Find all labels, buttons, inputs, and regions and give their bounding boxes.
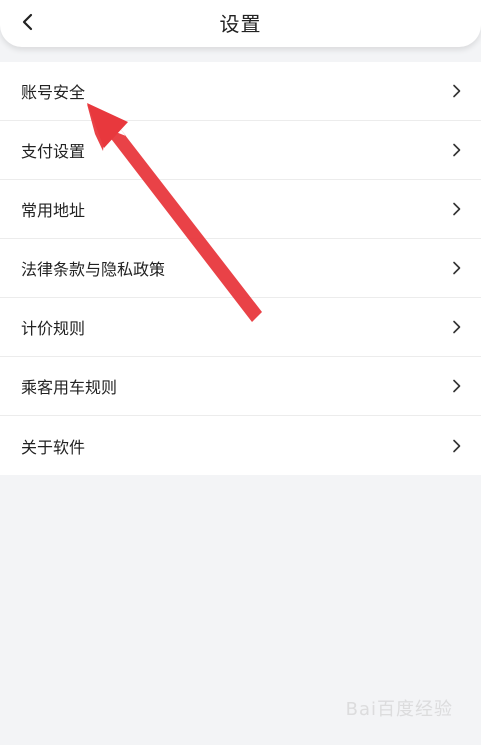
settings-item-passenger-rules[interactable]: 乘客用车规则 [0, 357, 481, 416]
settings-item-label: 支付设置 [21, 142, 86, 161]
settings-item-label: 常用地址 [21, 201, 86, 220]
settings-item-label: 乘客用车规则 [21, 378, 118, 397]
settings-page: 设置 账号安全 支付设置 常用地址 法律条款与隐私政策 计价规则 乘客用车规则 … [0, 0, 481, 745]
chevron-right-icon [449, 142, 465, 158]
settings-item-label: 计价规则 [21, 319, 86, 338]
chevron-right-icon [449, 260, 465, 276]
settings-item-about[interactable]: 关于软件 [0, 416, 481, 475]
settings-list: 账号安全 支付设置 常用地址 法律条款与隐私政策 计价规则 乘客用车规则 关于软… [0, 62, 481, 475]
watermark-logo: Bai百度经验 [345, 699, 453, 720]
settings-item-legal-privacy[interactable]: 法律条款与隐私政策 [0, 239, 481, 298]
chevron-right-icon [449, 319, 465, 335]
settings-item-pricing-rules[interactable]: 计价规则 [0, 298, 481, 357]
settings-item-addresses[interactable]: 常用地址 [0, 180, 481, 239]
settings-item-label: 法律条款与隐私政策 [21, 260, 166, 279]
chevron-right-icon [449, 378, 465, 394]
page-title: 设置 [219, 12, 262, 36]
settings-item-label: 账号安全 [21, 83, 86, 102]
chevron-right-icon [449, 438, 465, 454]
chevron-right-icon [449, 201, 465, 217]
settings-item-payment[interactable]: 支付设置 [0, 121, 481, 180]
settings-item-account-security[interactable]: 账号安全 [0, 62, 481, 121]
top-bar: 设置 [0, 0, 481, 47]
settings-item-label: 关于软件 [21, 437, 86, 457]
chevron-right-icon [449, 83, 465, 99]
